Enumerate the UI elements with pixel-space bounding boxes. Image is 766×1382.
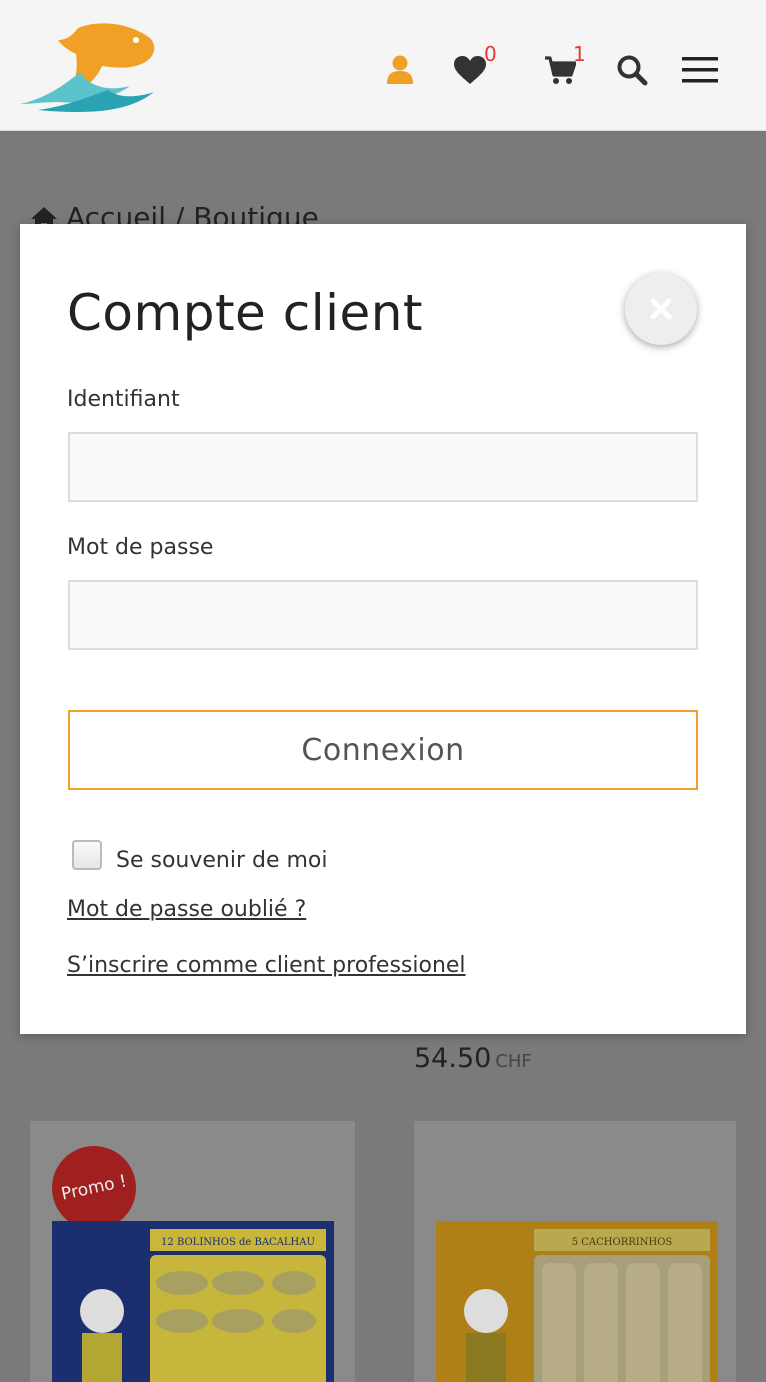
cart-icon <box>545 56 576 84</box>
wishlist-button[interactable]: 0 <box>448 42 497 92</box>
cart-count-badge: 1 <box>573 42 586 66</box>
username-label: Identifiant <box>67 387 180 412</box>
remember-me-row: Se souvenir de moi <box>72 836 328 873</box>
login-button[interactable]: Connexion <box>68 710 698 790</box>
product-price: 54.50 CHF <box>414 1043 532 1074</box>
product-card-2[interactable]: 5 CACHORRINHOS <box>414 1121 736 1382</box>
site-header: 0 1 <box>0 0 766 131</box>
product-image-bolinhos[interactable]: 12 BOLINHOS de BACALHAU <box>52 1221 334 1382</box>
remember-me-checkbox[interactable] <box>72 839 102 870</box>
login-modal: Compte client Identifiant Mot de passe C… <box>20 224 746 1034</box>
hamburger-menu-icon <box>682 57 718 83</box>
search-button[interactable] <box>610 48 654 92</box>
register-professional-link[interactable]: S’inscrire comme client professionel <box>67 953 466 978</box>
cart-button[interactable]: 1 <box>538 42 586 92</box>
user-icon <box>387 55 413 84</box>
product-card-1[interactable]: Promo ! 12 BOLINHOS de BACALHAU <box>30 1121 355 1382</box>
close-modal-button[interactable] <box>625 273 697 345</box>
wishlist-count-badge: 0 <box>484 42 497 66</box>
password-input[interactable] <box>68 580 698 650</box>
account-button[interactable] <box>378 48 422 92</box>
menu-button[interactable] <box>678 48 722 92</box>
heart-icon <box>454 56 486 84</box>
price-currency: CHF <box>495 1051 532 1072</box>
pack-title-1: 12 BOLINHOS de BACALHAU <box>161 1237 315 1248</box>
modal-title: Compte client <box>67 284 424 342</box>
remember-me-label[interactable]: Se souvenir de moi <box>116 848 328 873</box>
product-image-cachorrinhos[interactable]: 5 CACHORRINHOS <box>436 1221 718 1382</box>
fish-logo-icon <box>20 23 155 112</box>
site-logo[interactable] <box>18 20 158 112</box>
password-label: Mot de passe <box>67 535 214 560</box>
forgot-password-link[interactable]: Mot de passe oublié ? <box>67 897 306 922</box>
username-input[interactable] <box>68 432 698 502</box>
search-icon <box>617 55 648 86</box>
close-icon <box>650 298 672 320</box>
price-value: 54.50 <box>414 1043 492 1074</box>
pack-title-2: 5 CACHORRINHOS <box>572 1237 673 1248</box>
